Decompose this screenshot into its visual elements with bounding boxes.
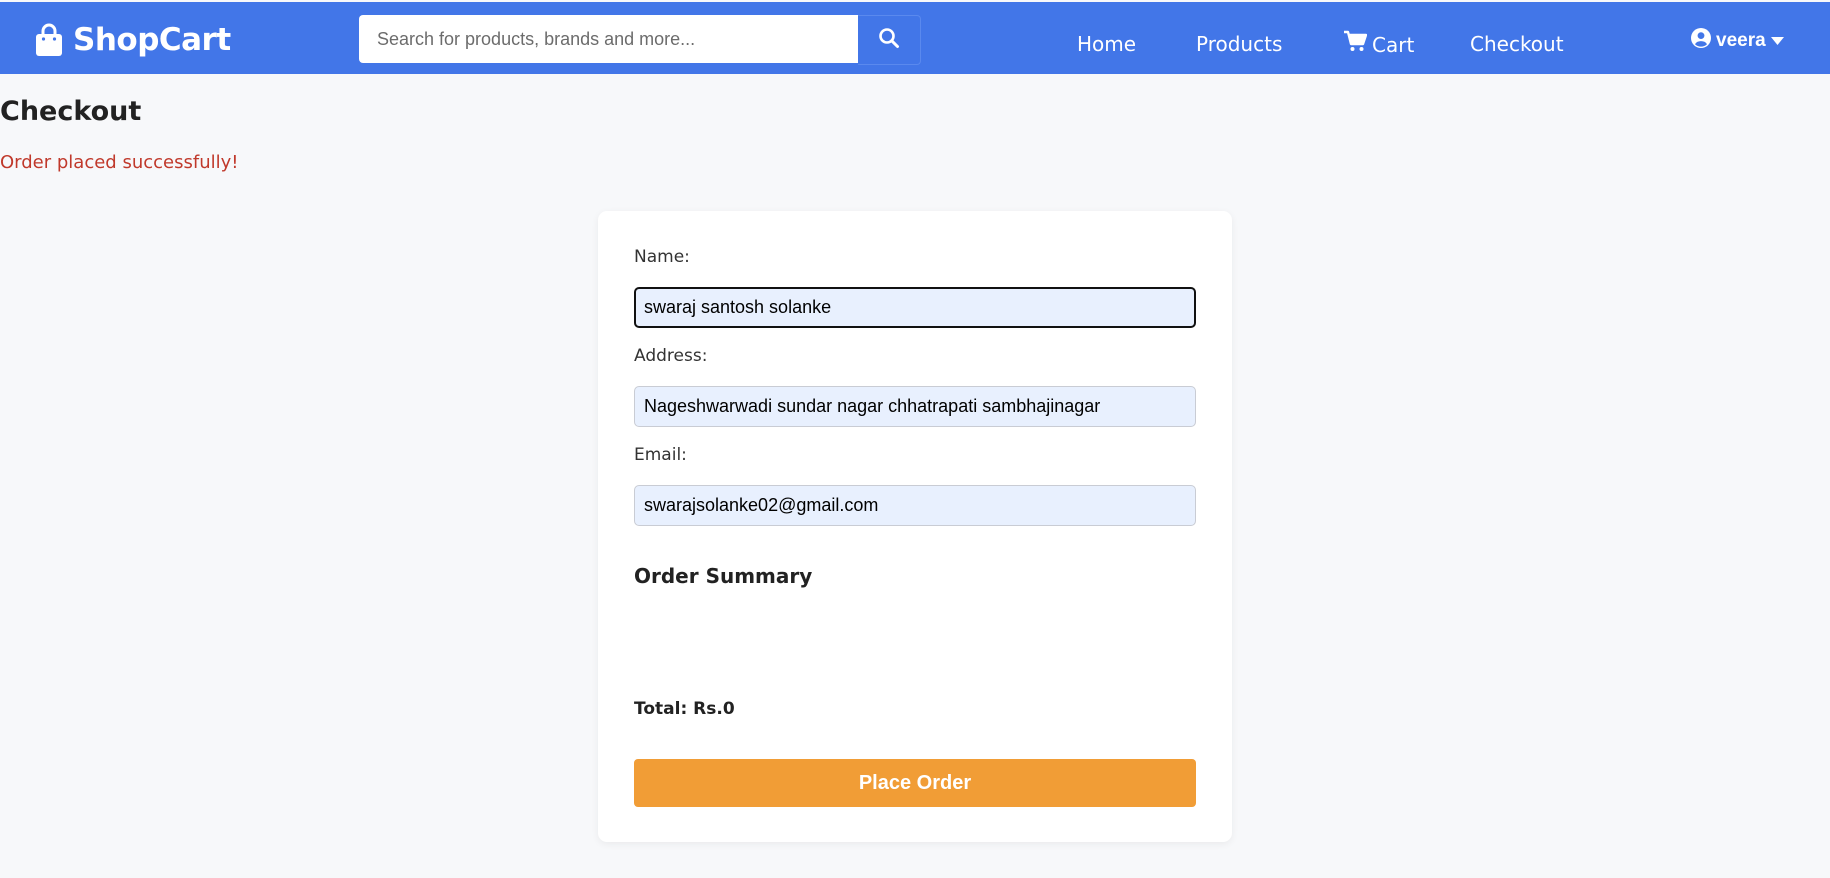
nav-products-link[interactable]: Products [1196,30,1282,58]
shopping-cart-icon [1343,30,1372,59]
nav-checkout-link[interactable]: Checkout [1470,30,1564,58]
nav-checkout-label: Checkout [1470,32,1564,56]
search-input[interactable] [359,15,859,63]
brand-logo[interactable]: ShopCart [34,20,231,60]
shopping-bag-icon [34,23,64,57]
user-circle-icon [1691,28,1711,54]
search-button[interactable] [858,15,921,65]
nav-home-link[interactable]: Home [1077,30,1136,58]
order-items-list [634,606,1196,696]
email-input[interactable] [634,485,1196,526]
brand-name: ShopCart [73,22,231,58]
page-title: Checkout [0,96,142,127]
user-menu-dropdown[interactable]: veera [1691,28,1784,54]
caret-down-icon [1770,30,1784,52]
navbar: ShopCart Home Products Cart [0,2,1830,74]
name-input[interactable] [634,287,1196,328]
nav-cart-label: Cart [1372,32,1415,57]
place-order-button[interactable]: Place Order [634,759,1196,807]
order-summary-title: Order Summary [634,564,813,588]
nav-cart-link[interactable]: Cart [1343,30,1414,59]
name-label: Name: [634,247,690,267]
checkout-form-card: Name: Address: Email: Order Summary Tota… [598,211,1232,842]
address-label: Address: [634,346,708,366]
order-success-message: Order placed successfully! [0,152,239,173]
search-bar [359,15,921,65]
nav-home-label: Home [1077,32,1137,56]
address-input[interactable] [634,386,1196,427]
user-name: veera [1716,30,1766,51]
search-icon [878,27,900,54]
order-total: Total: Rs.0 [634,699,735,719]
email-label: Email: [634,445,687,465]
nav-products-label: Products [1196,32,1283,56]
